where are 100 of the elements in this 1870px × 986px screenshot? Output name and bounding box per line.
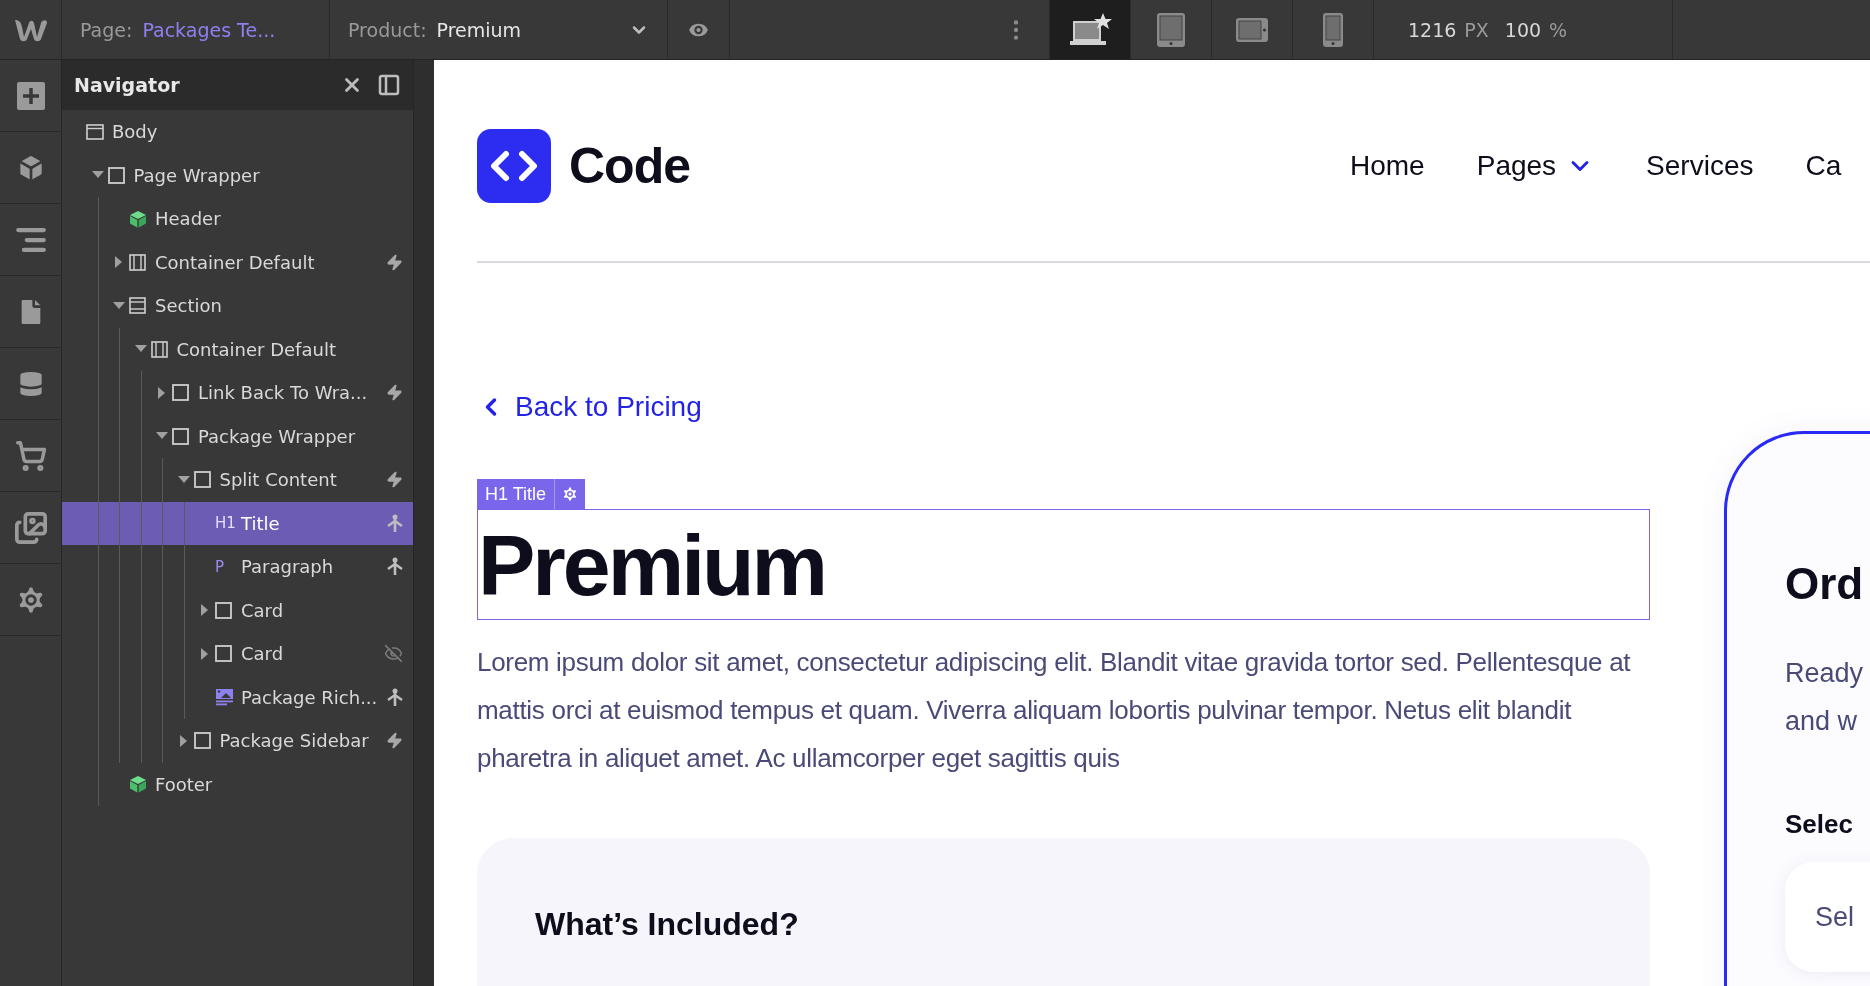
caret-down-icon[interactable]: [156, 432, 168, 441]
pin-icon: [387, 513, 403, 533]
caret-right-icon[interactable]: [115, 256, 123, 269]
tree-item[interactable]: Package Wrapper: [62, 414, 413, 458]
container-icon: [150, 340, 168, 358]
nav-link[interactable]: Ca: [1805, 149, 1842, 182]
order-title: Ord: [1785, 559, 1865, 609]
square-icon: [215, 645, 232, 663]
caret-right-icon[interactable]: [179, 734, 188, 747]
device-button[interactable]: [1050, 0, 1131, 59]
tree-item-label: Section: [155, 295, 223, 317]
tree-item[interactable]: Link Back To Wra...: [62, 371, 413, 415]
tree-item-label: Link Back To Wra...: [198, 382, 369, 404]
panel-title: Navigator: [74, 74, 181, 96]
product-label: Product:: [348, 18, 427, 41]
square-icon: [107, 166, 125, 184]
tree-item[interactable]: Body: [62, 110, 413, 154]
tree-item[interactable]: Container Default: [62, 327, 413, 371]
width-unit: PX: [1464, 18, 1489, 41]
tree-item[interactable]: Package Rich...: [62, 675, 413, 719]
tree-item[interactable]: Page Wrapper: [62, 153, 413, 197]
tree-item-label: Split Content: [219, 469, 338, 491]
tree-item-label: Footer: [155, 773, 214, 795]
lightning-icon: [386, 253, 403, 271]
tablet-landscape-icon: [1235, 16, 1269, 43]
intro-paragraph: Lorem ipsum dolor sit amet, consectetur adipiscing elit. Blandit vitae gravida tortor sed. Pellentesque at mattis orci at euismod tempus et quam. Viverra aliquam lobortis pulvinar tempor. Netus elit blandit pharetra in aliquet amet. Ac ullamcorper eget sagittis quis: [477, 646, 1632, 775]
caret-right-icon[interactable]: [201, 647, 209, 660]
cart-icon: [14, 439, 47, 472]
caret-down-icon[interactable]: [113, 301, 125, 310]
nav-link[interactable]: Services: [1646, 149, 1754, 182]
page-name[interactable]: Packages Te...: [142, 18, 276, 41]
square-icon: [172, 427, 189, 445]
square-icon: [193, 732, 211, 750]
tree-item-label: Card: [241, 599, 285, 621]
nav-link[interactable]: Pages: [1476, 149, 1595, 182]
select-label: Selec: [1785, 809, 1854, 840]
tree-item[interactable]: Container Default: [62, 240, 413, 284]
tree-item[interactable]: H1 Title: [62, 501, 413, 545]
eye-off-icon: [384, 644, 403, 664]
tree-item-label: Container Default: [155, 251, 316, 273]
tree-item-label: Paragraph: [241, 556, 335, 578]
rich-text-icon: [215, 688, 234, 707]
square-icon: [172, 384, 189, 402]
tree-item-label: Package Sidebar: [219, 730, 370, 752]
zoom-unit: %: [1549, 18, 1568, 41]
tree-item[interactable]: Split Content: [62, 458, 413, 502]
brand-name: Code: [569, 136, 690, 195]
lightning-icon: [386, 471, 403, 489]
cube-icon: [129, 209, 147, 228]
tree-item-label: Page Wrapper: [133, 164, 261, 186]
tree-item[interactable]: Footer: [62, 762, 413, 806]
cube-icon: [129, 775, 147, 794]
section-icon: [129, 297, 146, 315]
zoom-value: 100: [1504, 18, 1542, 41]
lightning-icon: [386, 384, 403, 402]
square-icon: [215, 601, 232, 619]
page-title: Premium: [477, 509, 1650, 620]
select-field[interactable]: Sel: [1785, 862, 1870, 972]
order-text: and w: [1785, 705, 1859, 738]
pin-icon: [387, 557, 403, 577]
tree-item-label: Card: [241, 643, 285, 665]
tree-item-label: Package Rich...: [241, 686, 379, 708]
tree-item[interactable]: Card: [62, 632, 413, 676]
tag-label: H1: [215, 514, 236, 533]
selection-tag[interactable]: H1 Title: [477, 479, 586, 509]
tree-item-label: Body: [112, 121, 159, 143]
phone-icon: [1322, 11, 1344, 48]
dock-icon[interactable]: [377, 73, 401, 97]
included-title: What’s Included?: [535, 906, 800, 943]
tree-item-label: Package Wrapper: [198, 425, 357, 447]
pin-icon: [387, 687, 403, 707]
tag-label: P: [215, 557, 225, 576]
caret-down-icon[interactable]: [177, 475, 190, 484]
order-text: Ready: [1785, 657, 1865, 690]
nav-link[interactable]: Home: [1350, 149, 1425, 182]
product-value[interactable]: Premium: [436, 18, 522, 41]
tablet-icon: [1156, 11, 1186, 48]
selection-tag-label: H1 Title: [484, 483, 548, 505]
lightning-icon: [386, 732, 403, 750]
square-icon: [193, 471, 211, 489]
caret-down-icon[interactable]: [91, 171, 104, 180]
page-label: Page:: [80, 18, 133, 41]
tree-item-label: Title: [241, 512, 281, 534]
add-icon: [15, 80, 46, 111]
window-icon: [86, 123, 104, 140]
width-value: 1216: [1408, 18, 1457, 41]
caret-down-icon[interactable]: [134, 345, 147, 354]
images-icon: [13, 510, 48, 545]
container-icon: [129, 253, 146, 271]
back-link[interactable]: Back to Pricing: [477, 391, 1650, 423]
tree-item[interactable]: Section: [62, 284, 413, 328]
tree-item[interactable]: Header: [62, 197, 413, 241]
tree-item-label: Header: [155, 208, 222, 230]
caret-right-icon[interactable]: [158, 386, 166, 399]
tree-item[interactable]: P Paragraph: [62, 545, 413, 589]
tree-item-label: Container Default: [176, 338, 337, 360]
tree-item[interactable]: Card: [62, 588, 413, 632]
laptop-star-icon: [1068, 11, 1112, 48]
caret-right-icon[interactable]: [201, 604, 209, 617]
tree-item[interactable]: Package Sidebar: [62, 719, 413, 763]
